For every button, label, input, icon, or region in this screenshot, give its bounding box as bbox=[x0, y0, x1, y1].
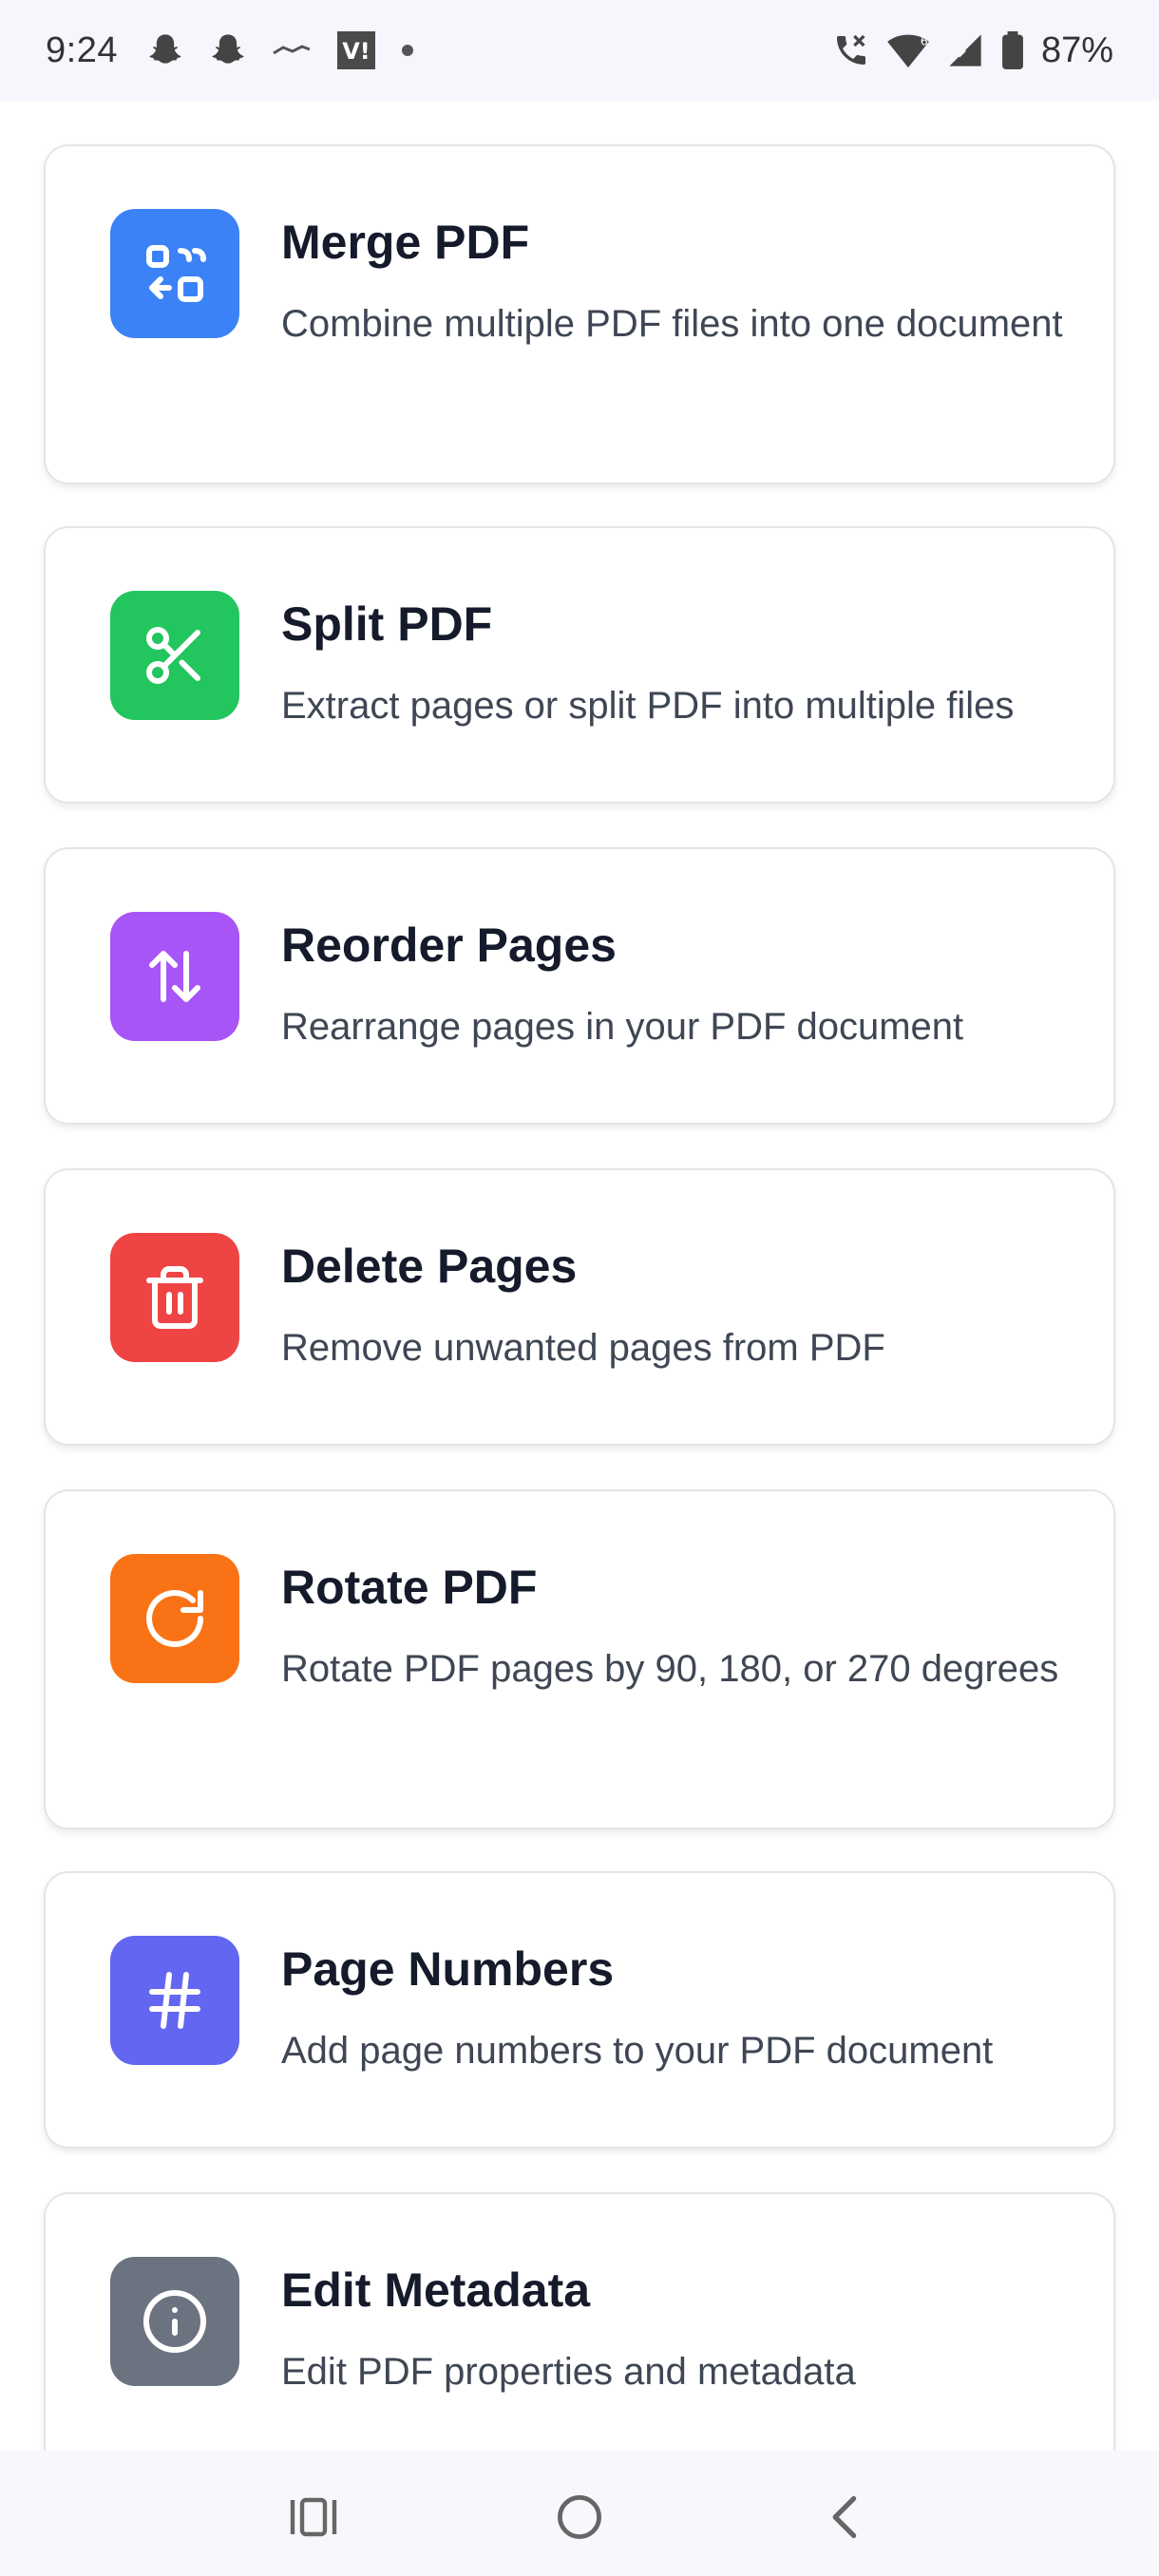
dot-icon bbox=[401, 44, 414, 57]
wifi-icon: 6 bbox=[887, 31, 929, 69]
rotate-pdf-card[interactable]: Rotate PDF Rotate PDF pages by 90, 180, … bbox=[44, 1489, 1115, 1829]
vi-app-icon: V! bbox=[336, 30, 376, 70]
card-title: Rotate PDF bbox=[281, 1561, 538, 1614]
battery-icon bbox=[1001, 31, 1024, 69]
recent-apps-icon bbox=[290, 2497, 337, 2537]
status-bar: 9:24 V! 6 87% bbox=[0, 0, 1159, 101]
info-icon bbox=[143, 2290, 206, 2353]
snapchat-ghost-icon bbox=[146, 31, 184, 69]
home-button[interactable] bbox=[551, 2489, 608, 2546]
arrows-icon-tile bbox=[110, 912, 239, 1041]
page-numbers-card[interactable]: Page Numbers Add page numbers to your PD… bbox=[44, 1871, 1115, 2149]
card-description: Rearrange pages in your PDF document bbox=[281, 1006, 964, 1048]
card-title: Merge PDF bbox=[281, 216, 530, 269]
home-icon bbox=[558, 2495, 601, 2539]
merge-pdf-card[interactable]: Merge PDF Combine multiple PDF files int… bbox=[44, 144, 1115, 484]
trash-icon-tile bbox=[110, 1233, 239, 1362]
status-time: 9:24 bbox=[46, 29, 118, 70]
svg-text:6: 6 bbox=[921, 34, 928, 48]
recent-apps-button[interactable] bbox=[285, 2489, 342, 2546]
card-description: Extract pages or split PDF into multiple… bbox=[281, 685, 1015, 727]
edit-metadata-card[interactable]: Edit Metadata Edit PDF properties and me… bbox=[44, 2192, 1115, 2451]
snapchat-ghost-icon bbox=[209, 31, 247, 69]
svg-text:V!: V! bbox=[342, 38, 370, 65]
trash-icon bbox=[146, 1266, 203, 1329]
wifi-calling-icon bbox=[832, 31, 870, 69]
card-description: Add page numbers to your PDF document bbox=[281, 2030, 994, 2072]
hash-icon bbox=[149, 1972, 200, 2029]
merge-icon-tile bbox=[110, 209, 239, 338]
app-logo-icon bbox=[272, 41, 312, 60]
card-title: Delete Pages bbox=[281, 1240, 578, 1293]
rotate-icon-tile bbox=[110, 1554, 239, 1683]
card-description: Edit PDF properties and metadata bbox=[281, 2351, 856, 2393]
hash-icon-tile bbox=[110, 1936, 239, 2065]
card-title: Edit Metadata bbox=[281, 2263, 591, 2317]
rotate-icon bbox=[146, 1590, 203, 1648]
reorder-pages-card[interactable]: Reorder Pages Rearrange pages in your PD… bbox=[44, 847, 1115, 1125]
card-title: Split PDF bbox=[281, 597, 493, 651]
navigation-bar bbox=[0, 2451, 1159, 2576]
scissors-icon-tile bbox=[110, 591, 239, 720]
card-title: Page Numbers bbox=[281, 1942, 615, 1996]
back-button[interactable] bbox=[817, 2489, 874, 2546]
card-description: Rotate PDF pages by 90, 180, or 270 degr… bbox=[281, 1648, 1059, 1690]
scissors-icon bbox=[146, 627, 200, 684]
card-description: Remove unwanted pages from PDF bbox=[281, 1327, 885, 1369]
back-icon bbox=[832, 2495, 857, 2539]
tools-list: Merge PDF Combine multiple PDF files int… bbox=[0, 101, 1159, 2451]
card-description: Combine multiple PDF files into one docu… bbox=[281, 303, 1063, 345]
delete-pages-card[interactable]: Delete Pages Remove unwanted pages from … bbox=[44, 1168, 1115, 1446]
merge-icon bbox=[146, 245, 206, 302]
info-icon-tile bbox=[110, 2257, 239, 2386]
split-pdf-card[interactable]: Split PDF Extract pages or split PDF int… bbox=[44, 526, 1115, 804]
signal-icon bbox=[946, 31, 984, 69]
card-title: Reorder Pages bbox=[281, 919, 617, 972]
battery-percentage: 87% bbox=[1040, 29, 1113, 70]
arrows-up-down-icon bbox=[149, 951, 200, 1002]
